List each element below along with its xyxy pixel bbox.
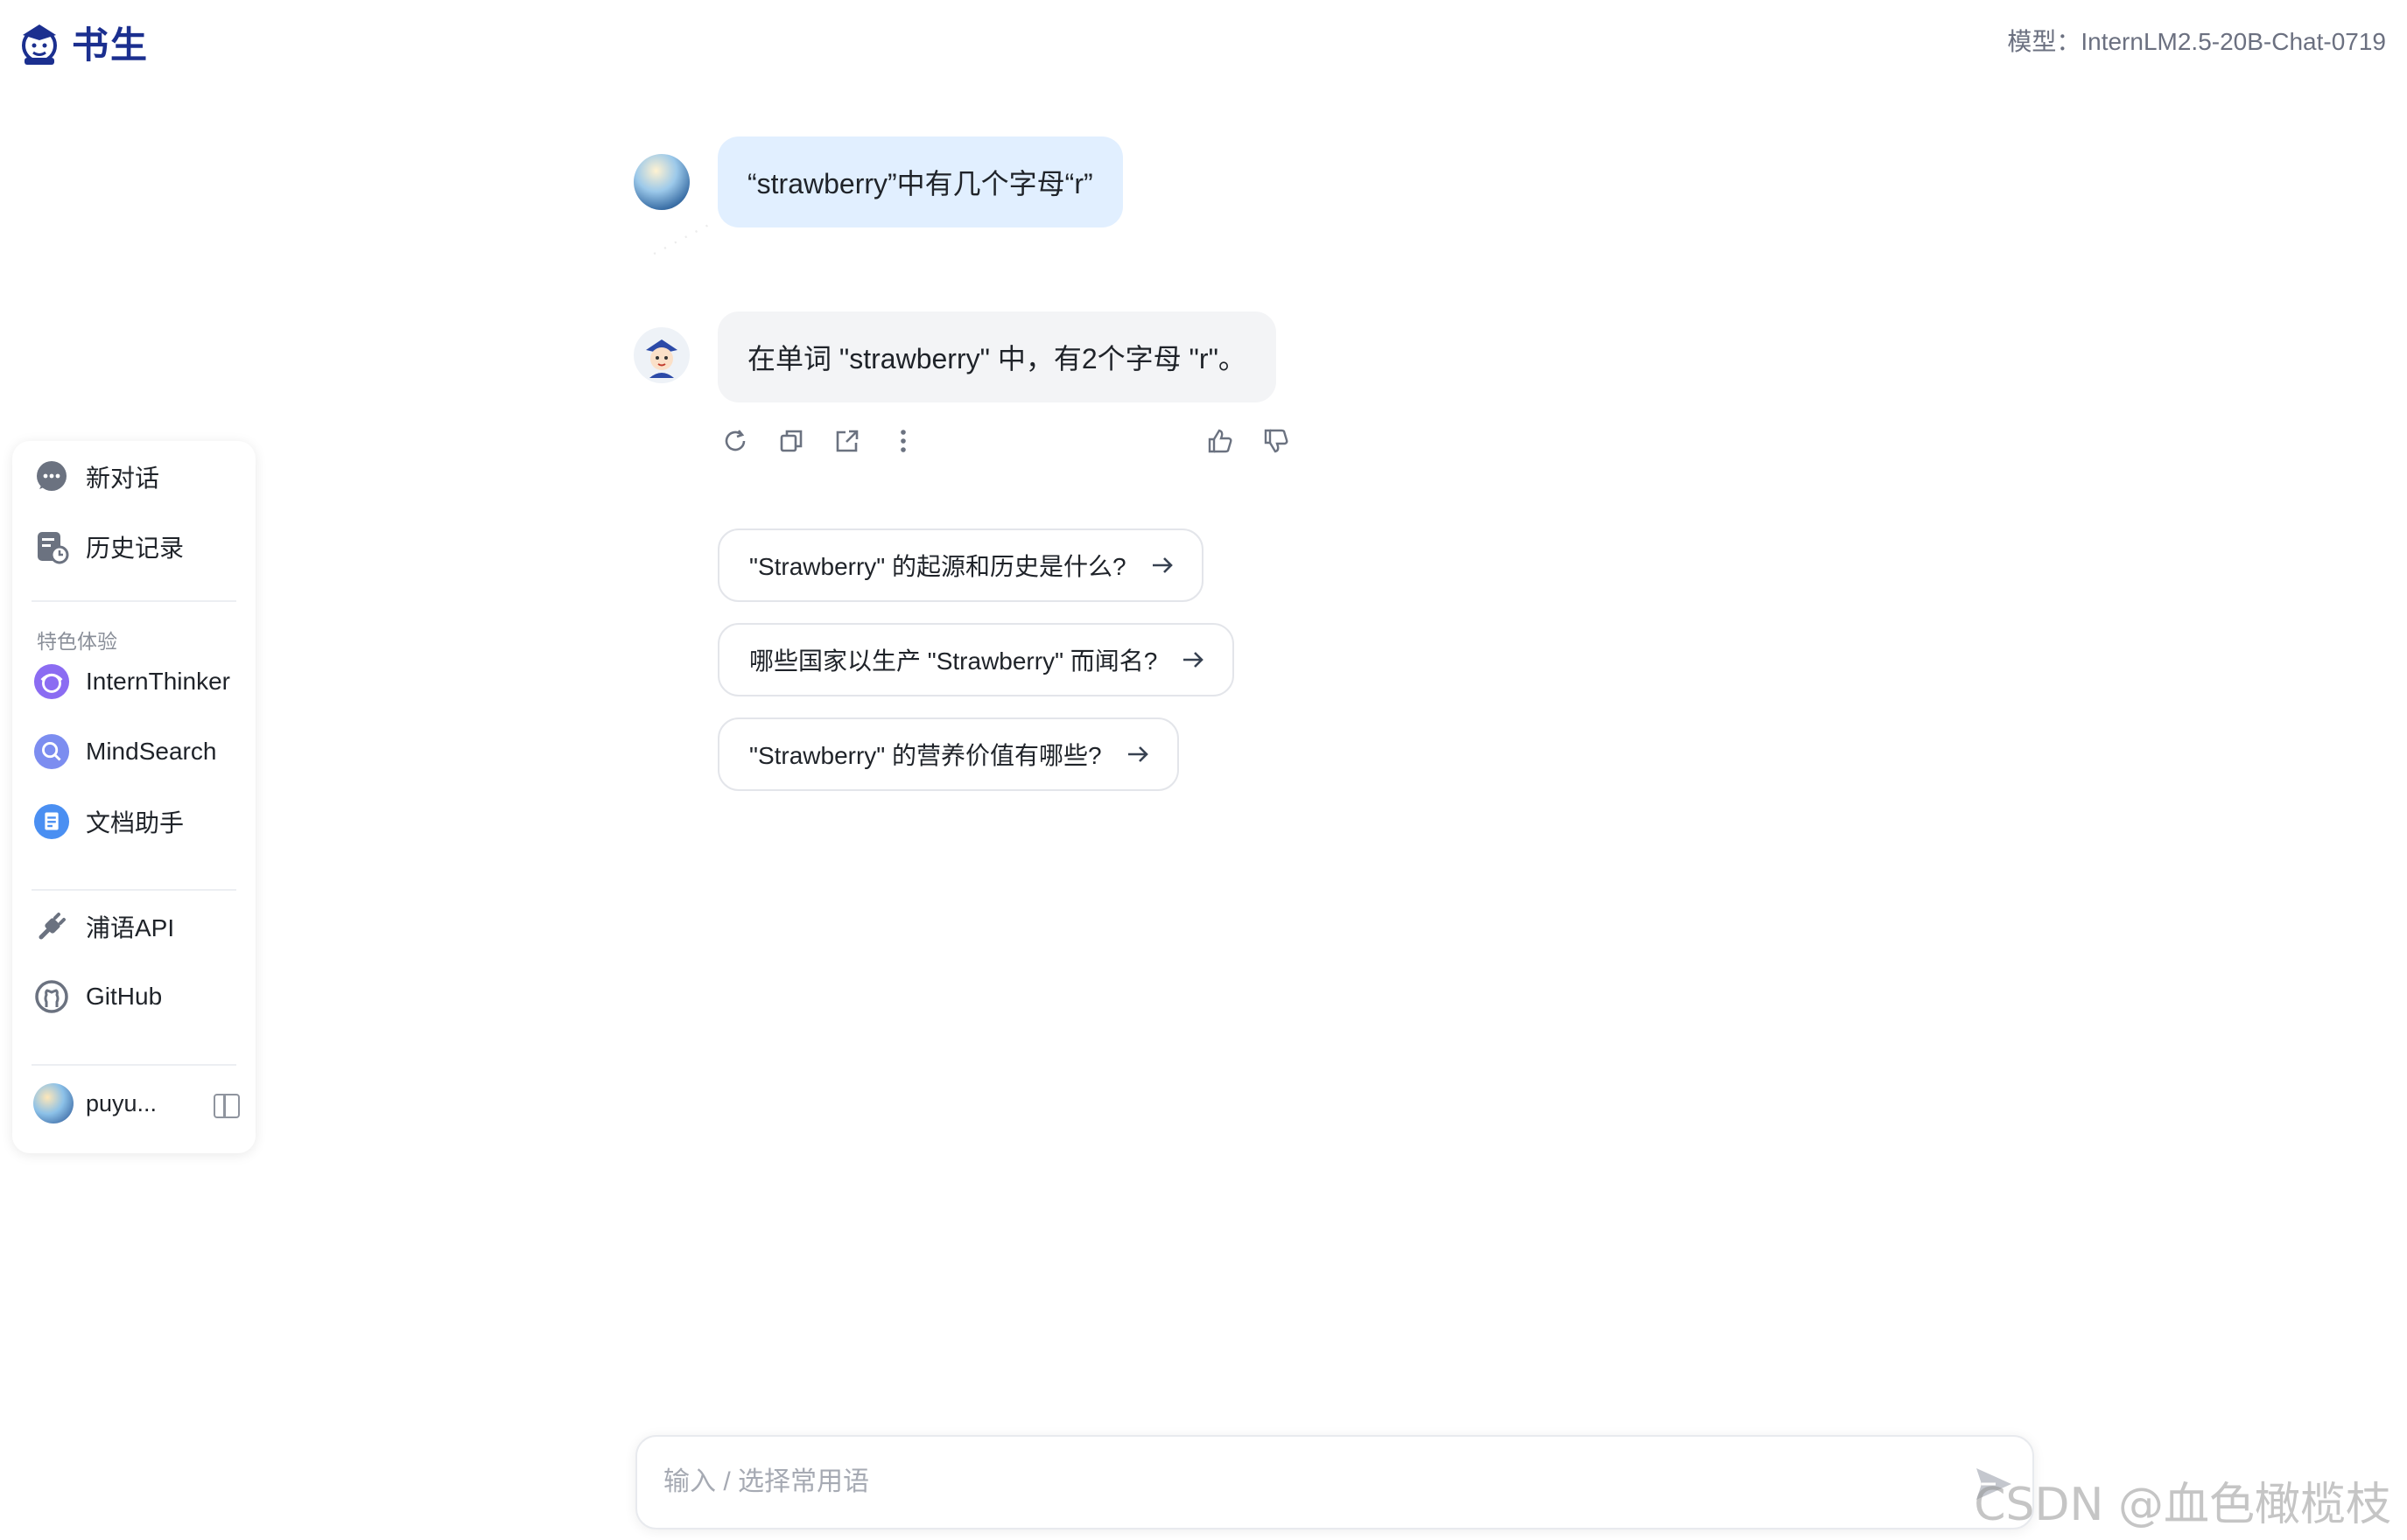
thumbs-up-icon[interactable] xyxy=(1204,425,1236,457)
intern-thinker-icon xyxy=(33,663,70,700)
user-message-bubble: “strawberry”中有几个字母“r” xyxy=(718,136,1123,228)
sidebar-item-mindsearch[interactable]: MindSearch xyxy=(33,733,216,770)
suggestion-chip[interactable]: "Strawberry" 的营养价值有哪些? xyxy=(718,718,1179,791)
copy-icon[interactable] xyxy=(775,425,807,457)
logo-text: 书生 xyxy=(72,24,150,66)
sidebar-item-label: 文档助手 xyxy=(86,809,185,836)
plug-icon xyxy=(33,908,70,945)
logo[interactable]: 书生 xyxy=(14,16,149,69)
sidebar-divider xyxy=(32,1064,236,1066)
avatar xyxy=(33,1083,74,1124)
sidebar-item-puyu-api[interactable]: 浦语API xyxy=(33,908,174,945)
share-icon[interactable] xyxy=(832,425,863,457)
sidebar-item-new-chat[interactable]: 新对话 xyxy=(33,458,159,495)
chat-input-box xyxy=(635,1435,2034,1530)
assistant-message-bubble: 在单词 "strawberry" 中，有2个字母 "r"。 xyxy=(718,312,1276,402)
sidebar-section-title: 特色体验 xyxy=(37,630,117,653)
suggestion-text: "Strawberry" 的起源和历史是什么? xyxy=(749,553,1126,580)
assistant-avatar xyxy=(634,327,690,383)
thumbs-down-icon[interactable] xyxy=(1260,425,1292,457)
sidebar-item-label: InternThinker xyxy=(86,668,230,695)
arrow-right-icon xyxy=(1152,557,1173,573)
arrow-right-icon xyxy=(1127,746,1148,762)
sidebar-item-label: 浦语API xyxy=(86,914,175,942)
suggestion-chip[interactable]: 哪些国家以生产 "Strawberry" 而闻名? xyxy=(718,623,1235,696)
sidebar-collapse-icon[interactable] xyxy=(214,1094,240,1118)
scholar-logo-icon xyxy=(22,24,57,65)
scholar-avatar-icon xyxy=(646,340,677,378)
sidebar-divider xyxy=(32,600,236,602)
regenerate-icon[interactable] xyxy=(719,425,751,457)
user-profile[interactable]: puyu... xyxy=(33,1083,243,1124)
suggestion-text: "Strawberry" 的营养价值有哪些? xyxy=(749,742,1102,769)
sidebar-item-label: 新对话 xyxy=(86,465,160,492)
mindsearch-icon xyxy=(33,733,70,770)
arrow-right-icon xyxy=(1183,652,1204,668)
user-name: puyu... xyxy=(86,1089,158,1116)
sidebar-item-label: GitHub xyxy=(86,983,163,1010)
sidebar-divider xyxy=(32,889,236,891)
github-icon xyxy=(33,978,70,1015)
sidebar: 新对话 历史记录 特色体验 InternThinker MindSearch 文… xyxy=(12,441,256,1153)
sidebar-item-label: MindSearch xyxy=(86,738,217,765)
sidebar-item-label: 历史记录 xyxy=(86,535,185,562)
csdn-watermark: CSDN @血色橄榄枝 xyxy=(1974,1479,2391,1531)
more-options-icon[interactable] xyxy=(888,425,919,457)
history-icon xyxy=(33,528,70,565)
suggestion-text: 哪些国家以生产 "Strawberry" 而闻名? xyxy=(749,648,1158,675)
sidebar-item-document-assistant[interactable]: 文档助手 xyxy=(33,803,184,840)
background-watermark: · · · · · · xyxy=(646,214,714,264)
model-label[interactable]: 模型：InternLM2.5-20B-Chat-0719 xyxy=(2007,23,2386,58)
sidebar-item-intern-thinker[interactable]: InternThinker xyxy=(33,663,230,700)
chat-bubble-icon xyxy=(33,458,70,495)
suggestion-chip[interactable]: "Strawberry" 的起源和历史是什么? xyxy=(718,528,1204,602)
document-assistant-icon xyxy=(33,803,70,840)
sidebar-item-history[interactable]: 历史记录 xyxy=(33,528,184,565)
user-avatar xyxy=(634,154,690,210)
chat-input[interactable] xyxy=(663,1437,1933,1528)
sidebar-item-github[interactable]: GitHub xyxy=(33,978,162,1015)
